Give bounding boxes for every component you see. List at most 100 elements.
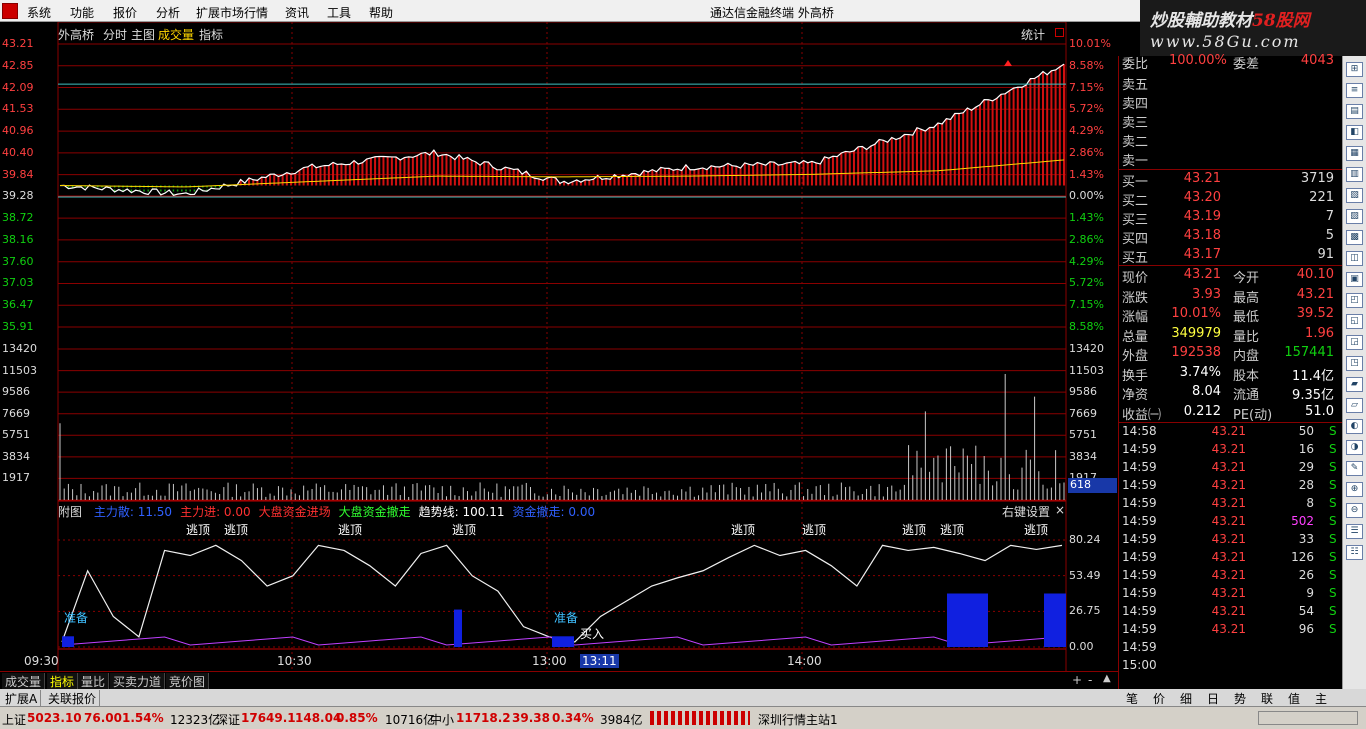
toolbar-tool-icon[interactable]: ⊞ — [1346, 62, 1363, 77]
price-tick-label: 39.28 — [2, 189, 34, 203]
zoom-in-button[interactable]: + — [1072, 673, 1082, 687]
toolbar-tool-icon[interactable]: ▣ — [1346, 272, 1363, 287]
menu-ext-market[interactable]: 扩展市场行情 — [196, 4, 268, 21]
toolbar-tool-icon[interactable]: ≡ — [1346, 83, 1363, 98]
quote-tab[interactable]: 日 — [1207, 690, 1219, 707]
intraday-chart[interactable]: 逃顶 逃顶 逃顶 逃顶 逃顶 逃顶 逃顶 逃顶 逃顶准备 准备买入 — [0, 22, 1118, 672]
toolbar-tool-icon[interactable]: ☰ — [1346, 524, 1363, 539]
signal-annotation: 逃顶 — [338, 523, 362, 537]
pct-tick-label: 4.29% — [1069, 254, 1104, 268]
toolbar-tool-icon[interactable]: ▧ — [1346, 188, 1363, 203]
price-tick-label: 37.60 — [2, 254, 34, 268]
toolbar-tool-icon[interactable]: ▥ — [1346, 167, 1363, 182]
quote-stat-row: 收益㈠ 0.212 PE(动) 51.0 — [1122, 403, 1334, 423]
trend-line — [61, 544, 1063, 643]
tick-trade-row: 14:59 43.21 9 S — [1122, 586, 1337, 600]
sme-index-pct: 0.34% — [552, 711, 594, 725]
quote-tab[interactable]: 价 — [1153, 690, 1165, 707]
toolbar-tool-icon[interactable]: ◧ — [1346, 125, 1363, 140]
tab-volume[interactable]: 成交量 — [2, 673, 46, 689]
price-tick-label: 35.91 — [2, 320, 34, 333]
volume-tick-label: 9586 — [2, 385, 30, 399]
toolbar-tool-icon[interactable]: ◫ — [1346, 251, 1363, 266]
sub-chart-close-icon[interactable]: × — [1055, 503, 1065, 517]
bid-row: 买四 43.18 5 — [1122, 228, 1334, 247]
sz-index-change: 148.04 — [295, 711, 342, 725]
time-tick-label: 09:30 — [24, 654, 59, 668]
quote-panel-tabs: 笔价细日势联值主 — [1118, 689, 1366, 706]
toolbar-tool-icon[interactable]: ✎ — [1346, 461, 1363, 476]
toolbar-tool-icon[interactable]: ◲ — [1346, 335, 1363, 350]
quote-stat-row: 外盘 192538 内盘 157441 — [1122, 345, 1334, 364]
menu-analysis[interactable]: 分析 — [156, 4, 180, 21]
toolbar-tool-icon[interactable]: ⊖ — [1346, 503, 1363, 518]
ask-row: 卖三 — [1122, 116, 1149, 131]
app-logo-icon[interactable] — [2, 3, 18, 19]
toolbar-tool-icon[interactable]: ⊕ — [1346, 482, 1363, 497]
toolbar-tool-icon[interactable]: ◱ — [1346, 314, 1363, 329]
sme-index-amount: 3984亿 — [600, 713, 643, 727]
price-tick-label: 39.84 — [2, 167, 34, 181]
watermark-line1: 炒股輔助教材58股网 — [1150, 11, 1310, 31]
quote-tab[interactable]: 细 — [1180, 690, 1192, 707]
sub-chart-header: 附图 主力散: 11.50 主力进: 0.00 大盘资金进场 大盘资金撤走 趋势线: 1… — [58, 503, 595, 519]
sh-index-amount: 12323亿 — [170, 713, 221, 727]
volume-tick-label-right: 9586 — [1069, 385, 1097, 399]
volume-tick-label-right: 13420 — [1069, 342, 1104, 355]
pct-tick-label: 0.00% — [1069, 189, 1104, 203]
legend-item: 趋势线: 100.11 — [418, 505, 505, 519]
market-breadth-bar — [650, 711, 750, 725]
toolbar-tool-icon[interactable]: ◐ — [1346, 419, 1363, 434]
tab-related-quote[interactable]: 关联报价 — [45, 690, 101, 706]
sme-index-change: 39.38 — [512, 711, 550, 725]
sz-index-value: 17649.1 — [241, 711, 296, 725]
tab-buy-sell-force[interactable]: 买卖力道 — [110, 673, 166, 689]
toolbar-tool-icon[interactable]: ▤ — [1346, 104, 1363, 119]
sub-tick-label: 0.00 — [1069, 640, 1094, 653]
signal-annotation: 准备 — [554, 611, 578, 625]
quote-tab[interactable]: 笔 — [1126, 690, 1138, 707]
menu-function[interactable]: 功能 — [70, 4, 94, 21]
quote-tab[interactable]: 联 — [1261, 690, 1273, 707]
quote-tab[interactable]: 势 — [1234, 690, 1246, 707]
tab-auction[interactable]: 竞价图 — [166, 673, 210, 689]
tick-trade-row: 14:59 43.21 26 S — [1122, 568, 1337, 582]
signal-annotation: 逃顶 — [452, 523, 476, 537]
quote-stat-row: 总量 349979 量比 1.96 — [1122, 325, 1334, 345]
menu-system[interactable]: 系统 — [27, 4, 51, 21]
signal-annotation: 逃顶 — [224, 523, 248, 537]
toolbar-tool-icon[interactable]: ▱ — [1346, 398, 1363, 413]
pct-tick-label: 4.29% — [1069, 124, 1104, 138]
signal-annotation: 逃顶 — [186, 523, 210, 537]
menu-tools[interactable]: 工具 — [327, 4, 351, 21]
quote-tab[interactable]: 主 — [1315, 690, 1327, 707]
legend-item: 资金撤走: 0.00 — [512, 505, 596, 519]
time-tick-label: 13:00 — [532, 654, 567, 668]
toolbar-tool-icon[interactable]: ◑ — [1346, 440, 1363, 455]
price-tick-label: 36.47 — [2, 298, 34, 312]
tab-indicator[interactable]: 指标 — [47, 673, 79, 689]
zoom-out-button[interactable]: - — [1088, 673, 1092, 687]
expand-icon[interactable]: ▲ — [1103, 673, 1111, 684]
server-name[interactable]: 深圳行情主站1 — [758, 711, 838, 728]
toolbar-tool-icon[interactable]: ☷ — [1346, 545, 1363, 560]
toolbar-tool-icon[interactable]: ◳ — [1346, 356, 1363, 371]
sub-tick-label: 26.75 — [1069, 604, 1101, 618]
right-click-settings[interactable]: 右键设置 — [1002, 503, 1050, 520]
toolbar-tool-icon[interactable]: ◰ — [1346, 293, 1363, 308]
toolbar-tool-icon[interactable]: ▩ — [1346, 230, 1363, 245]
quote-tab[interactable]: 值 — [1288, 690, 1300, 707]
order-ratio-row: 委比 100.00% 委差 4043 — [1122, 53, 1334, 72]
tab-volume-ratio[interactable]: 量比 — [78, 673, 110, 689]
tab-ext-a[interactable]: 扩展A — [2, 690, 42, 706]
quote-stat-row: 现价 43.21 今开 40.10 — [1122, 267, 1334, 286]
capital-bar — [1044, 593, 1066, 647]
menu-help[interactable]: 帮助 — [369, 4, 393, 21]
status-bar: 上证 5023.10 76.00 1.54% 12323亿 深证 17649.1… — [0, 706, 1366, 729]
menu-quote[interactable]: 报价 — [113, 4, 137, 21]
menu-news[interactable]: 资讯 — [285, 4, 309, 21]
toolbar-tool-icon[interactable]: ▦ — [1346, 146, 1363, 161]
toolbar-tool-icon[interactable]: ▰ — [1346, 377, 1363, 392]
toolbar-tool-icon[interactable]: ▨ — [1346, 209, 1363, 224]
tick-trade-row: 14:59 43.21 33 S — [1122, 532, 1337, 546]
